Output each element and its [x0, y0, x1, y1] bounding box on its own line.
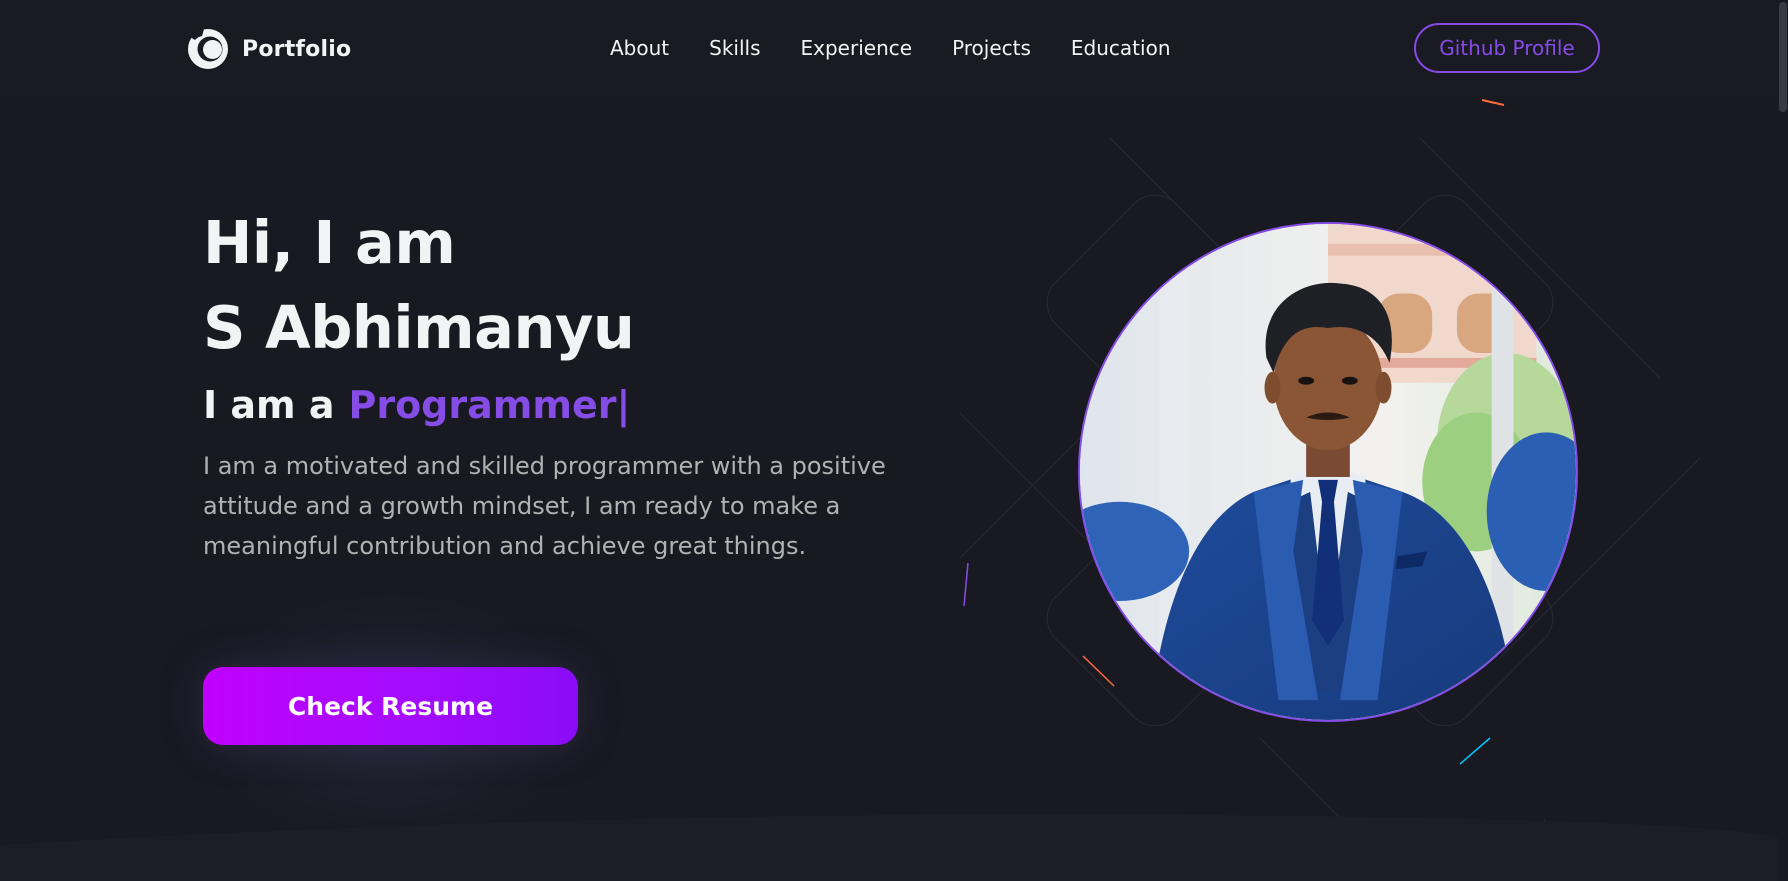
logo-text: Portfolio [242, 36, 352, 62]
nav-link-education[interactable]: Education [1071, 36, 1171, 60]
nav-link-skills[interactable]: Skills [709, 36, 760, 60]
section-divider-wave [0, 814, 1788, 881]
nav-link-experience[interactable]: Experience [801, 36, 913, 60]
typewriter-role: Programmer| [348, 383, 631, 427]
profile-photo-image [1080, 224, 1576, 720]
scrollbar-thumb[interactable] [1779, 2, 1787, 112]
github-profile-button[interactable]: Github Profile [1414, 23, 1600, 73]
hero-text-block: Hi, I am S Abhimanyu I am a Programmer| … [203, 200, 903, 566]
hero-description: I am a motivated and skilled programmer … [203, 452, 886, 560]
navbar: Portfolio About Skills Experience Projec… [0, 0, 1788, 98]
profile-photo [1078, 222, 1578, 722]
hero-greeting: Hi, I am [203, 208, 456, 277]
check-resume-button[interactable]: Check Resume [203, 667, 578, 745]
crescent-logo-icon [188, 29, 228, 69]
nav-link-about[interactable]: About [610, 36, 669, 60]
role-prefix: I am a [203, 383, 335, 427]
hero-name: S Abhimanyu [203, 293, 635, 362]
nav-links: About Skills Experience Projects Educati… [610, 36, 1171, 60]
page: Portfolio About Skills Experience Projec… [0, 0, 1788, 881]
hero-title: Hi, I am S Abhimanyu [203, 200, 903, 370]
role-line: I am a Programmer| [203, 380, 903, 430]
nav-link-projects[interactable]: Projects [952, 36, 1031, 60]
page-scrollbar[interactable] [1778, 0, 1788, 881]
logo-link[interactable]: Portfolio [186, 27, 351, 71]
